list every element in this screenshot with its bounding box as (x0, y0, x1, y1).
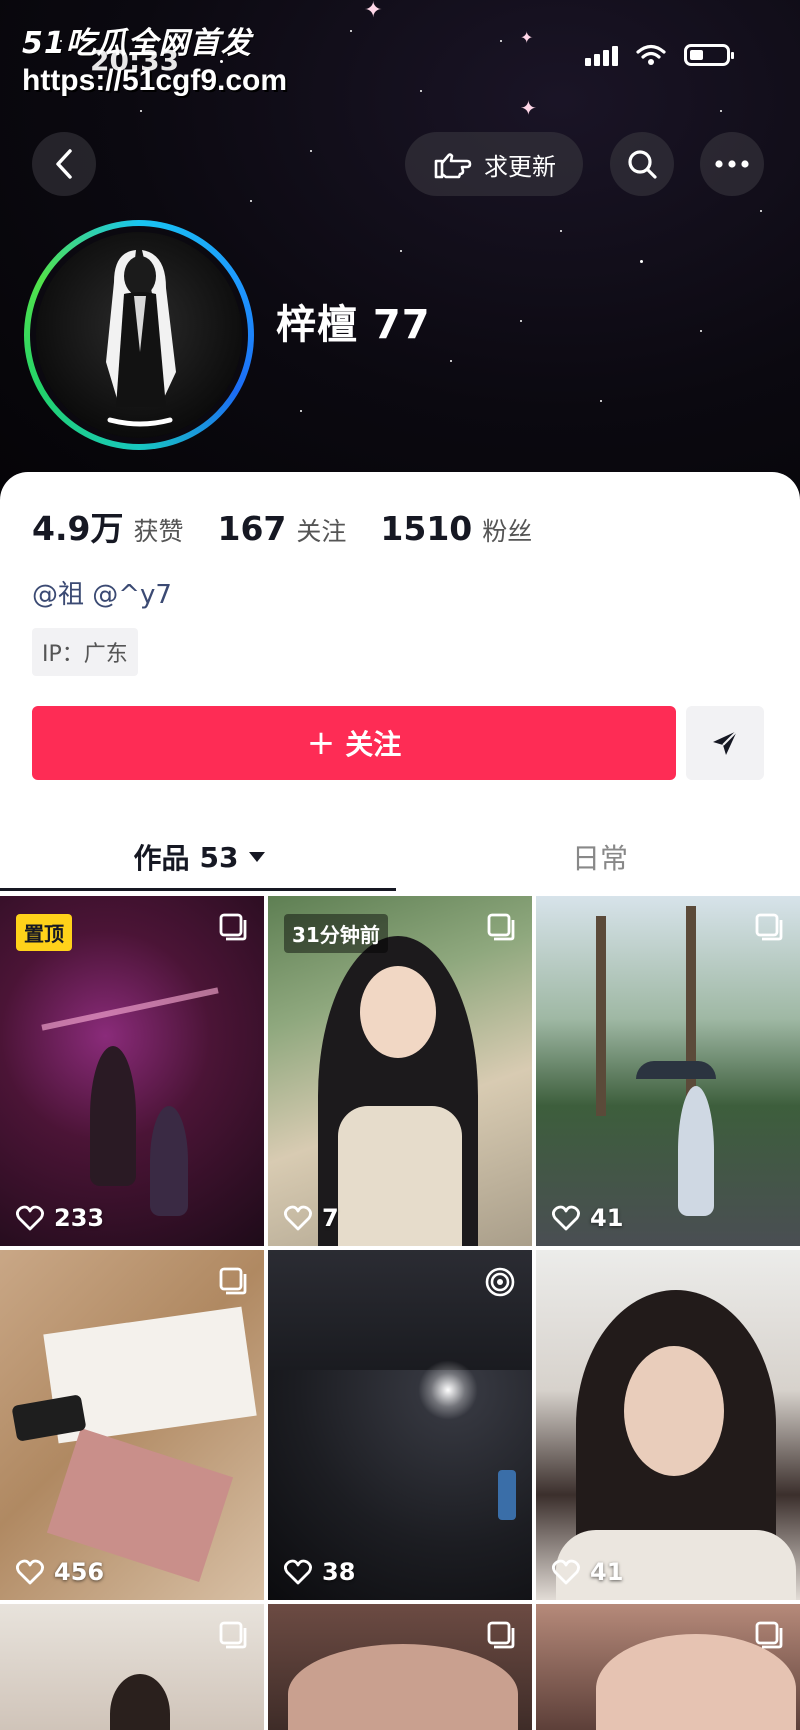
avatar-figure (106, 250, 176, 427)
video-tile[interactable]: 456 (0, 1250, 264, 1600)
live-photo-icon (485, 1267, 515, 1297)
posted-time-tag: 31分钟前 (284, 914, 388, 953)
avatar-ring[interactable] (24, 220, 254, 450)
ip-location-tag: IP：广东 (32, 628, 138, 676)
stat-likes-value: 4.9万 (32, 509, 124, 548)
like-count: 41 (552, 1558, 623, 1586)
multi-image-icon (487, 1621, 515, 1649)
tab-active-indicator (0, 888, 396, 891)
back-button[interactable] (32, 132, 96, 196)
multi-image-icon (487, 913, 515, 941)
like-count: 233 (16, 1204, 104, 1232)
request-update-button[interactable]: 求更新 (405, 132, 583, 196)
heart-icon (284, 1559, 312, 1585)
pinned-badge: 置顶 (16, 914, 72, 951)
profile-header: ✦ ✦ ✦ 51吃瓜全网首发 https://51cgf9.com 20:33 … (0, 0, 800, 500)
chevron-left-icon (56, 149, 72, 179)
tab-daily[interactable]: 日常 (400, 822, 800, 892)
multi-image-icon (219, 1267, 247, 1295)
like-count: 38 (284, 1558, 355, 1586)
follow-button[interactable]: + 关注 (32, 706, 676, 780)
heart-icon (552, 1559, 580, 1585)
profile-handles[interactable]: @祖 @^y7 (32, 574, 172, 611)
video-tile[interactable] (0, 1604, 264, 1730)
heart-icon (16, 1205, 44, 1231)
stat-followers-label: 粉丝 (482, 517, 533, 546)
stat-followers-value: 1510 (380, 509, 473, 548)
more-button[interactable] (700, 132, 764, 196)
multi-image-icon (219, 1621, 247, 1649)
video-tile[interactable] (268, 1604, 532, 1730)
tab-daily-label: 日常 (571, 842, 628, 875)
pointing-hand-icon (434, 153, 472, 179)
avatar (30, 226, 248, 444)
multi-image-icon (755, 913, 783, 941)
video-tile[interactable]: 41 (536, 896, 800, 1246)
video-tile[interactable]: 38 (268, 1250, 532, 1600)
status-icons (585, 44, 734, 66)
plus-icon: + (306, 723, 336, 763)
video-tile[interactable]: 41 (536, 1250, 800, 1600)
video-tile[interactable]: 31分钟前 7 (268, 896, 532, 1246)
search-icon (628, 150, 657, 179)
video-tile[interactable] (536, 1604, 800, 1730)
profile-card: 4.9万 获赞 167 关注 1510 粉丝 @祖 @^y7 IP：广东 + 关… (0, 472, 800, 1730)
profile-nickname: 梓檀 77 (276, 302, 431, 348)
content-tabs: 作品 53 日常 (0, 822, 800, 892)
more-icon (715, 160, 749, 168)
video-tile[interactable]: 置顶 233 (0, 896, 264, 1246)
signal-icon (585, 44, 618, 66)
tab-works-label: 作品 (133, 842, 190, 875)
like-count: 41 (552, 1204, 623, 1232)
multi-image-icon (219, 913, 247, 941)
status-time: 20:33 (90, 44, 180, 77)
caret-down-icon (249, 852, 266, 862)
heart-icon (284, 1205, 312, 1231)
heart-icon (552, 1205, 580, 1231)
stat-followers[interactable]: 1510 粉丝 (380, 509, 532, 548)
search-button[interactable] (610, 132, 674, 196)
tab-works[interactable]: 作品 53 (0, 822, 400, 892)
send-icon (713, 730, 738, 755)
profile-stats: 4.9万 获赞 167 关注 1510 粉丝 (32, 502, 532, 550)
stat-following-value: 167 (217, 509, 287, 548)
like-count: 456 (16, 1558, 104, 1586)
follow-label: 关注 (345, 728, 402, 761)
stat-likes[interactable]: 4.9万 获赞 (32, 502, 183, 550)
stat-likes-label: 获赞 (133, 517, 184, 546)
tab-works-count: 53 (199, 840, 239, 874)
video-grid: 置顶 233 31分钟前 7 41 456 38 41 (0, 896, 800, 1730)
battery-icon (684, 44, 734, 66)
heart-icon (16, 1559, 44, 1585)
wifi-icon (636, 44, 666, 65)
request-update-label: 求更新 (484, 152, 556, 181)
like-count: 7 (284, 1204, 339, 1232)
share-button[interactable] (686, 706, 764, 780)
multi-image-icon (755, 1621, 783, 1649)
stat-following-label: 关注 (296, 517, 347, 546)
stat-following[interactable]: 167 关注 (217, 509, 346, 548)
